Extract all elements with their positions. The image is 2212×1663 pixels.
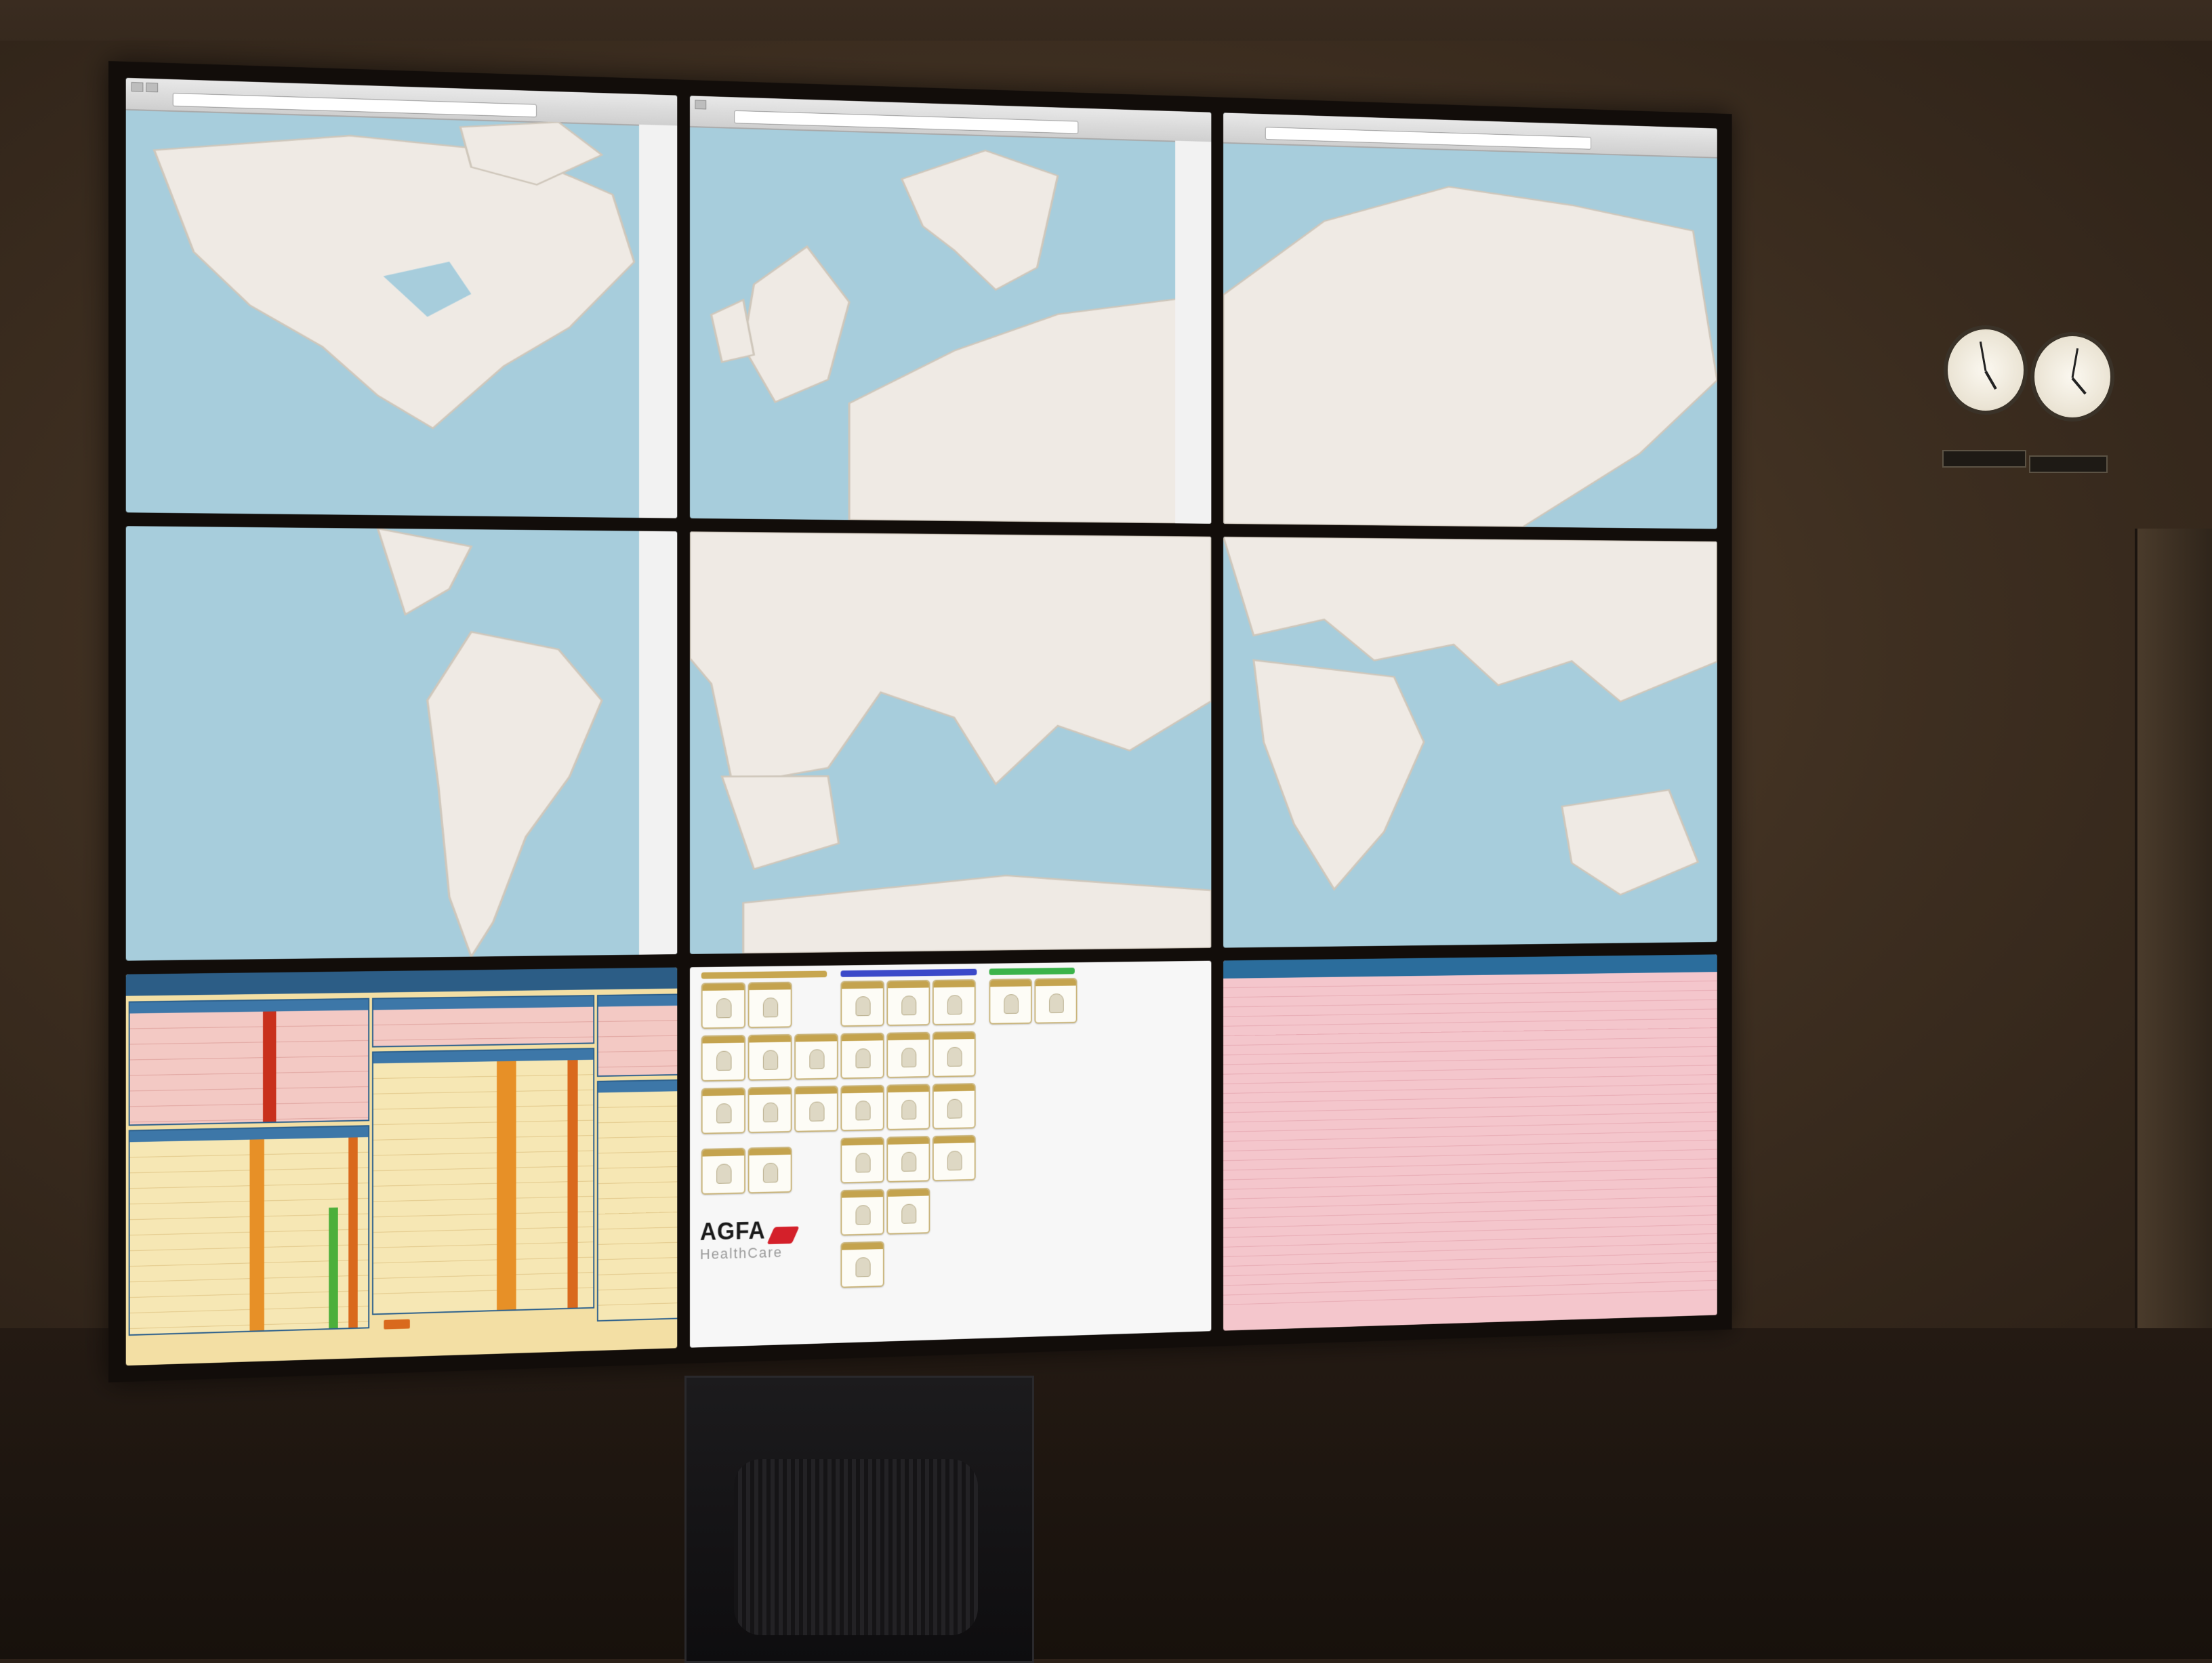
status-column-orange <box>497 1061 516 1311</box>
status-column-orange <box>249 1139 264 1331</box>
panel-rows <box>373 1059 594 1294</box>
agfa-rhombus-icon <box>766 1226 800 1244</box>
server-status-icon[interactable] <box>701 982 745 1029</box>
status-badge <box>384 1319 410 1330</box>
server-status-icon[interactable] <box>747 1034 792 1081</box>
browser-forward-icon[interactable] <box>146 82 159 93</box>
map-view[interactable] <box>690 126 1212 524</box>
warning-panel-1[interactable] <box>128 1125 370 1336</box>
server-status-icon[interactable] <box>886 1188 930 1235</box>
status-dashboard-screen <box>125 967 678 1366</box>
map-screen-southern-europe <box>689 531 1212 954</box>
clock-hour-hand <box>1984 371 1997 390</box>
server-status-icon[interactable] <box>1034 978 1078 1024</box>
server-status-icon[interactable] <box>747 1147 792 1194</box>
status-column-green <box>329 1207 338 1329</box>
panel-header <box>598 1078 678 1093</box>
server-status-icon[interactable] <box>701 1087 745 1134</box>
panel-rows <box>129 1010 369 1123</box>
browser-back-icon[interactable] <box>131 82 144 92</box>
video-wall-grid: AGFA HealthCare <box>125 77 1717 1366</box>
wall-clock-right <box>2030 332 2114 422</box>
server-status-icon[interactable] <box>886 1136 930 1183</box>
map-land-africa-asia <box>1223 536 1717 948</box>
browser-back-icon[interactable] <box>695 100 707 110</box>
group-bar-green <box>989 967 1075 976</box>
server-status-icon[interactable] <box>840 1084 884 1132</box>
map-land-asia <box>1223 142 1717 529</box>
map-screen-northern-europe <box>689 96 1212 524</box>
group-bar-gold <box>701 970 827 979</box>
server-status-icon[interactable] <box>932 1031 976 1077</box>
warning-panel-3[interactable] <box>596 1077 678 1322</box>
status-column-orange-2 <box>348 1137 358 1328</box>
panel-rows <box>598 1089 678 1306</box>
right-doorway <box>2135 529 2212 1328</box>
server-status-icon[interactable] <box>886 980 930 1027</box>
equipment-cabinet <box>684 1376 1034 1663</box>
server-status-icon[interactable] <box>747 981 792 1029</box>
server-status-icon[interactable] <box>794 1033 838 1080</box>
server-status-icon[interactable] <box>747 1086 792 1134</box>
alert-panel-3[interactable] <box>596 992 678 1077</box>
status-column-red <box>262 1011 276 1122</box>
alert-panel-2[interactable] <box>371 995 595 1048</box>
wall-clock-left <box>1944 325 2028 415</box>
floor <box>0 1328 2212 1659</box>
map-scrollbar[interactable] <box>639 124 678 518</box>
map-scrollbar[interactable] <box>639 531 678 955</box>
panel-header <box>598 993 678 1007</box>
map-view[interactable] <box>126 109 678 518</box>
server-status-icon[interactable] <box>840 1136 884 1184</box>
server-status-icon[interactable] <box>840 980 884 1027</box>
agfa-brand-text: AGFA <box>699 1216 766 1246</box>
alert-list-rows[interactable] <box>1223 972 1717 1305</box>
map-view[interactable] <box>689 531 1212 954</box>
video-wall: AGFA HealthCare <box>108 61 1732 1382</box>
agfa-status-screen: AGFA HealthCare <box>689 960 1212 1348</box>
server-status-icon[interactable] <box>932 1083 976 1130</box>
map-land-south-america <box>126 526 678 961</box>
server-status-icon[interactable] <box>932 979 976 1026</box>
map-view[interactable] <box>1223 536 1717 948</box>
server-status-icon[interactable] <box>886 1031 930 1079</box>
alert-panel-1[interactable] <box>128 998 370 1126</box>
group-bar-blue <box>840 968 977 977</box>
clock-label-left <box>1942 450 2026 468</box>
map-screen-north-america <box>125 77 678 518</box>
map-view[interactable] <box>1223 142 1717 529</box>
server-status-icon[interactable] <box>840 1241 884 1288</box>
alert-list-screen <box>1223 954 1717 1331</box>
server-status-icon[interactable] <box>886 1084 930 1131</box>
map-screen-asia-russia <box>1223 112 1717 529</box>
clock-label-right <box>2029 455 2108 473</box>
map-view[interactable] <box>126 526 678 961</box>
panel-rows <box>373 1006 594 1041</box>
map-scrollbar[interactable] <box>1175 140 1212 524</box>
dashboard-app-header <box>125 967 678 996</box>
map-land-europe-north <box>690 126 1212 524</box>
map-screen-africa-asia <box>1223 536 1717 948</box>
map-land-mediterranean <box>689 531 1212 954</box>
map-land-north-america <box>126 109 678 518</box>
status-column-orange-2 <box>567 1060 578 1309</box>
control-room-scene: AGFA HealthCare <box>0 0 2212 1663</box>
server-status-icon[interactable] <box>701 1147 745 1195</box>
server-status-icon[interactable] <box>989 979 1032 1025</box>
server-status-icon[interactable] <box>840 1032 884 1080</box>
clock-minute-hand <box>2071 348 2079 378</box>
warning-panel-2[interactable] <box>371 1048 595 1315</box>
agfa-sub-text: HealthCare <box>699 1244 783 1263</box>
server-status-icon[interactable] <box>932 1134 976 1182</box>
server-status-icon[interactable] <box>840 1189 884 1236</box>
server-status-icon[interactable] <box>701 1035 745 1082</box>
server-status-icon[interactable] <box>794 1086 838 1132</box>
clock-minute-hand <box>1979 341 1987 371</box>
agfa-healthcare-logo: AGFA HealthCare <box>699 1216 800 1264</box>
map-screen-south-america <box>125 526 678 961</box>
cabinet-vent <box>734 1459 978 1635</box>
clock-hour-hand <box>2071 377 2087 395</box>
panel-rows <box>598 1004 678 1068</box>
